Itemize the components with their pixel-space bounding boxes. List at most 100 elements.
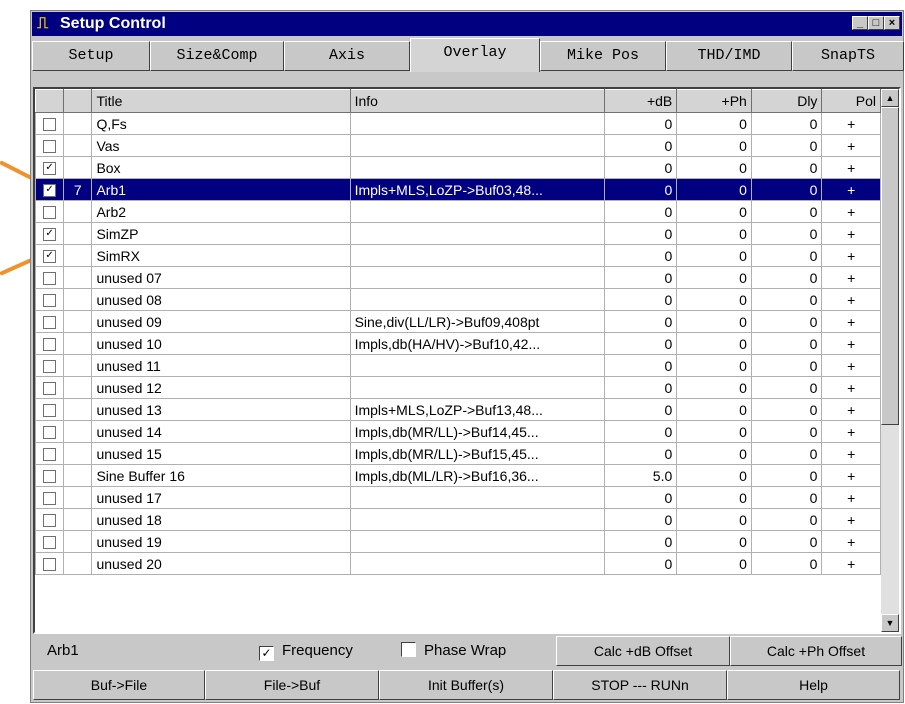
row-info[interactable]: Sine,div(LL/LR)->Buf09,408pt — [349, 310, 605, 333]
checkbox-icon[interactable] — [43, 360, 57, 374]
row-title[interactable]: Vas — [91, 134, 351, 157]
row-pol[interactable]: + — [821, 266, 881, 289]
row-dly[interactable]: 0 — [750, 288, 823, 311]
tab-overlay[interactable]: Overlay — [410, 38, 540, 72]
row-title[interactable]: Arb1 — [91, 178, 351, 201]
table-row[interactable]: unused 07 0 0 0 + — [35, 266, 881, 289]
row-title[interactable]: unused 11 — [91, 354, 351, 377]
row-dly[interactable]: 0 — [750, 222, 823, 245]
row-index[interactable] — [63, 552, 93, 575]
table-row[interactable]: ✓ Box 0 0 0 + — [35, 156, 881, 179]
checkbox-icon[interactable] — [43, 294, 57, 308]
row-index[interactable] — [63, 288, 93, 311]
row-db[interactable]: 0 — [603, 200, 678, 223]
row-dly[interactable]: 0 — [750, 464, 823, 487]
row-ph[interactable]: 0 — [676, 530, 752, 553]
row-index[interactable] — [63, 332, 93, 355]
row-ph[interactable]: 0 — [676, 310, 752, 333]
row-info[interactable] — [349, 266, 605, 289]
tab-mike-pos[interactable]: Mike Pos — [540, 41, 666, 71]
checkbox-icon[interactable] — [43, 206, 57, 220]
row-dly[interactable]: 0 — [750, 200, 823, 223]
row-title[interactable]: unused 19 — [91, 530, 351, 553]
row-pol[interactable]: + — [821, 178, 881, 201]
row-dly[interactable]: 0 — [750, 552, 823, 575]
row-db[interactable]: 0 — [603, 310, 678, 333]
row-dly[interactable]: 0 — [750, 398, 823, 421]
table-row[interactable]: Sine Buffer 16 Impls,db(ML/LR)->Buf16,36.… — [35, 464, 881, 487]
tab-snapts[interactable]: SnapTS — [792, 41, 904, 71]
row-ph[interactable]: 0 — [676, 398, 752, 421]
checkbox-icon[interactable]: ✓ — [43, 184, 57, 198]
table-row[interactable]: unused 19 0 0 0 + — [35, 530, 881, 553]
row-info[interactable] — [349, 156, 605, 179]
stop-run-button[interactable]: STOP --- RUNn — [553, 670, 727, 700]
row-index[interactable] — [63, 508, 93, 531]
checkbox-icon[interactable]: ✓ — [43, 250, 57, 264]
table-row[interactable]: ✓ SimZP 0 0 0 + — [35, 222, 881, 245]
row-dly[interactable]: 0 — [750, 442, 823, 465]
row-ph[interactable]: 0 — [676, 266, 752, 289]
minimize-icon[interactable]: _ — [852, 16, 868, 30]
help-button[interactable]: Help — [727, 670, 900, 700]
row-dly[interactable]: 0 — [750, 244, 823, 267]
row-dly[interactable]: 0 — [750, 266, 823, 289]
row-db[interactable]: 0 — [603, 178, 678, 201]
row-dly[interactable]: 0 — [750, 420, 823, 443]
row-index[interactable] — [63, 420, 93, 443]
checkbox-icon[interactable] — [43, 118, 57, 132]
row-db[interactable]: 0 — [603, 376, 678, 399]
checkbox-icon[interactable] — [43, 492, 57, 506]
row-index[interactable] — [63, 530, 93, 553]
row-ph[interactable]: 0 — [676, 376, 752, 399]
row-ph[interactable]: 0 — [676, 420, 752, 443]
header-title[interactable]: Title — [91, 89, 351, 113]
row-db[interactable]: 0 — [603, 354, 678, 377]
checkbox-icon[interactable] — [43, 382, 57, 396]
row-ph[interactable]: 0 — [676, 178, 752, 201]
row-db[interactable]: 0 — [603, 266, 678, 289]
row-dly[interactable]: 0 — [750, 376, 823, 399]
scroll-down-icon[interactable]: ▼ — [881, 614, 899, 632]
row-index[interactable]: 7 — [63, 178, 93, 201]
row-index[interactable] — [63, 244, 93, 267]
row-info[interactable]: Impls,db(MR/LL)->Buf14,45... — [349, 420, 605, 443]
row-index[interactable] — [63, 200, 93, 223]
file-to-buf-button[interactable]: File->Buf — [205, 670, 379, 700]
table-row[interactable]: ✓ SimRX 0 0 0 + — [35, 244, 881, 267]
row-dly[interactable]: 0 — [750, 112, 823, 135]
row-info[interactable] — [349, 222, 605, 245]
row-title[interactable]: unused 08 — [91, 288, 351, 311]
row-ph[interactable]: 0 — [676, 244, 752, 267]
row-db[interactable]: 0 — [603, 156, 678, 179]
row-info[interactable] — [349, 134, 605, 157]
table-row[interactable]: unused 12 0 0 0 + — [35, 376, 881, 399]
row-ph[interactable]: 0 — [676, 354, 752, 377]
checkbox-icon[interactable] — [43, 316, 57, 330]
header-dly[interactable]: Dly — [750, 89, 823, 113]
row-pol[interactable]: + — [821, 244, 881, 267]
row-db[interactable]: 0 — [603, 530, 678, 553]
scroll-up-icon[interactable]: ▲ — [881, 89, 899, 107]
checkbox-icon[interactable]: ✓ — [43, 228, 57, 242]
row-index[interactable] — [63, 442, 93, 465]
init-buffers-button[interactable]: Init Buffer(s) — [379, 670, 553, 700]
row-db[interactable]: 0 — [603, 552, 678, 575]
row-index[interactable] — [63, 376, 93, 399]
row-pol[interactable]: + — [821, 354, 881, 377]
vertical-scrollbar[interactable]: ▲ ▼ — [881, 89, 899, 632]
checkbox-icon[interactable] — [43, 140, 57, 154]
row-title[interactable]: Q,Fs — [91, 112, 351, 135]
table-row[interactable]: unused 13 Impls+MLS,LoZP->Buf13,48... 0 0 0 + — [35, 398, 881, 421]
phase-wrap-checkbox[interactable]: Phase Wrap — [401, 642, 506, 659]
row-info[interactable] — [349, 486, 605, 509]
row-pol[interactable]: + — [821, 530, 881, 553]
row-dly[interactable]: 0 — [750, 354, 823, 377]
row-title[interactable]: SimRX — [91, 244, 351, 267]
checkbox-icon[interactable] — [43, 448, 57, 462]
row-index[interactable] — [63, 486, 93, 509]
table-row[interactable]: Vas 0 0 0 + — [35, 134, 881, 157]
row-ph[interactable]: 0 — [676, 112, 752, 135]
row-index[interactable] — [63, 398, 93, 421]
row-title[interactable]: unused 07 — [91, 266, 351, 289]
